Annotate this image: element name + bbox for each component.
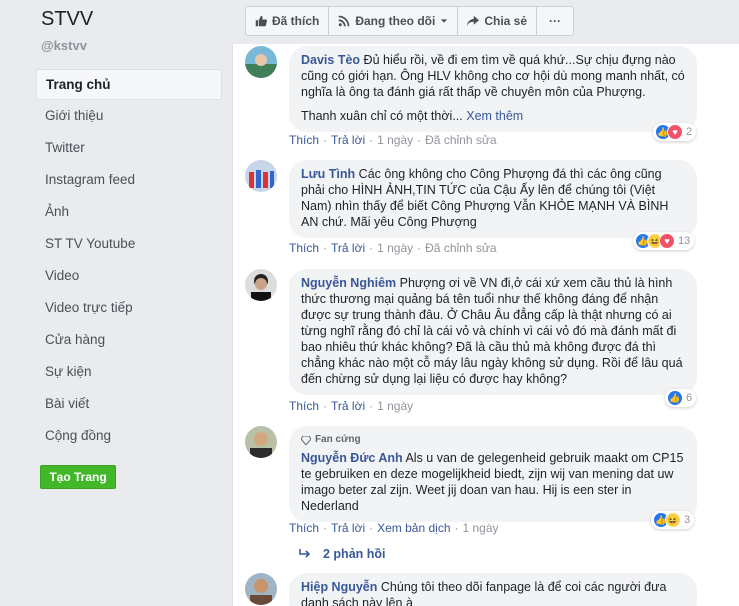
liked-label: Đã thích bbox=[272, 14, 320, 28]
translate-link[interactable]: Xem bản dịch bbox=[377, 521, 450, 535]
comment-author[interactable]: Nguyễn Nghiêm bbox=[301, 276, 396, 290]
fan-badge-label: Fan cứng bbox=[315, 434, 361, 445]
page-name[interactable]: STVV bbox=[41, 8, 93, 31]
comment-author[interactable]: Lưu Tình bbox=[301, 167, 355, 181]
page-handle[interactable]: @kstvv bbox=[41, 38, 87, 53]
fan-badge: Fan cứng bbox=[301, 432, 685, 448]
avatar[interactable] bbox=[245, 573, 277, 605]
comment-actions: Thích · Trả lời · Xem bản dịch · 1 ngày bbox=[289, 521, 499, 535]
like-reaction-icon: 👍 bbox=[667, 390, 683, 406]
reply-arrow-icon bbox=[299, 549, 311, 558]
reply-link[interactable]: Trả lời bbox=[331, 133, 365, 147]
left-sidebar: STVV @kstvv Trang chủ Giới thiệu Twitter… bbox=[0, 0, 228, 606]
like-link[interactable]: Thích bbox=[289, 241, 319, 255]
nav-item-posts[interactable]: Bài viết bbox=[36, 388, 222, 420]
comment-bubble: Nguyễn Nghiêm Phượng ơi về VN đi,ở cái x… bbox=[289, 269, 697, 395]
comment-bubble: Hiệp Nguyễn Chúng tôi theo dõi fanpage l… bbox=[289, 573, 697, 606]
comments-feed: Davis Tèo Đủ hiểu rồi, về đi em tìm về q… bbox=[232, 44, 739, 606]
reaction-count: 6 bbox=[686, 392, 693, 404]
reaction-summary[interactable]: 👍 ♥ 2 bbox=[653, 123, 697, 141]
comment-author[interactable]: Hiệp Nguyễn bbox=[301, 580, 377, 594]
like-link[interactable]: Thích bbox=[289, 521, 319, 535]
rss-icon bbox=[338, 15, 350, 27]
comment-bubble: Lưu Tình Các ông không cho Công Phượng đ… bbox=[289, 160, 697, 238]
comment-text: Các ông không cho Công Phượng đá thì các… bbox=[301, 167, 669, 229]
like-link[interactable]: Thích bbox=[289, 133, 319, 147]
nav-item-live-video[interactable]: Video trực tiếp bbox=[36, 292, 222, 324]
reply-link[interactable]: Trả lời bbox=[331, 241, 365, 255]
reaction-count: 2 bbox=[686, 126, 693, 138]
nav-item-youtube[interactable]: ST TV Youtube bbox=[36, 228, 222, 260]
avatar[interactable] bbox=[245, 46, 277, 78]
following-label: Đang theo dõi bbox=[355, 14, 436, 28]
nav-item-community[interactable]: Cộng đồng bbox=[36, 420, 222, 452]
nav-item-photos[interactable]: Ảnh bbox=[36, 196, 222, 228]
share-icon bbox=[467, 15, 480, 27]
edited-label[interactable]: Đã chỉnh sửa bbox=[425, 133, 496, 147]
comment-author[interactable]: Davis Tèo bbox=[301, 53, 360, 67]
comment-text-continued: Thanh xuân chỉ có một thời... bbox=[301, 109, 467, 123]
haha-reaction-icon: 😆 bbox=[665, 512, 681, 528]
view-replies-link[interactable]: 2 phản hồi bbox=[299, 547, 386, 561]
edited-label[interactable]: Đã chỉnh sửa bbox=[425, 241, 496, 255]
chevron-down-icon bbox=[441, 19, 448, 23]
comment-timestamp[interactable]: 1 ngày bbox=[377, 133, 413, 147]
thumbs-up-icon bbox=[255, 15, 267, 27]
page-nav: Trang chủ Giới thiệu Twitter Instagram f… bbox=[36, 69, 222, 452]
avatar[interactable] bbox=[245, 269, 277, 301]
comment-timestamp[interactable]: 1 ngày bbox=[377, 241, 413, 255]
comment-text: Phượng ơi về VN đi,ở cái xứ xem cầu thủ … bbox=[301, 276, 683, 386]
share-button[interactable]: Chia sẻ bbox=[458, 7, 538, 35]
avatar[interactable] bbox=[245, 160, 277, 192]
comment-actions: Thích · Trả lời · 1 ngày · Đã chỉnh sửa bbox=[289, 241, 497, 255]
replies-count-label: 2 phản hồi bbox=[323, 547, 386, 561]
comment-actions: Thích · Trả lời · 1 ngày · Đã chỉnh sửa bbox=[289, 133, 497, 147]
create-page-button[interactable]: Tạo Trang bbox=[40, 465, 116, 489]
reaction-summary[interactable]: 👍 😆 ♥ 13 bbox=[633, 232, 695, 250]
more-options-button[interactable]: ··· bbox=[537, 7, 573, 35]
nav-item-videos[interactable]: Video bbox=[36, 260, 222, 292]
nav-item-home[interactable]: Trang chủ bbox=[36, 69, 222, 100]
page-action-bar: Đã thích Đang theo dõi Chia sẻ ··· bbox=[245, 6, 575, 36]
comment-timestamp[interactable]: 1 ngày bbox=[377, 399, 413, 413]
see-more-link[interactable]: Xem thêm bbox=[466, 109, 523, 123]
reaction-summary[interactable]: 👍 😆 3 bbox=[651, 511, 695, 529]
avatar[interactable] bbox=[245, 426, 277, 458]
nav-item-instagram[interactable]: Instagram feed bbox=[36, 164, 222, 196]
comment-timestamp[interactable]: 1 ngày bbox=[463, 521, 499, 535]
comment-bubble: Fan cứng Nguyễn Đức Anh Als u van de gel… bbox=[289, 426, 697, 522]
nav-item-about[interactable]: Giới thiệu bbox=[36, 100, 222, 132]
reaction-count: 3 bbox=[684, 514, 691, 526]
comment-author[interactable]: Nguyễn Đức Anh bbox=[301, 451, 403, 465]
following-button[interactable]: Đang theo dõi bbox=[329, 7, 459, 35]
comment-bubble: Davis Tèo Đủ hiểu rồi, về đi em tìm về q… bbox=[289, 46, 697, 132]
reply-link[interactable]: Trả lời bbox=[331, 521, 365, 535]
nav-item-twitter[interactable]: Twitter bbox=[36, 132, 222, 164]
like-link[interactable]: Thích bbox=[289, 399, 319, 413]
reply-link[interactable]: Trả lời bbox=[331, 399, 365, 413]
diamond-icon bbox=[301, 435, 311, 445]
liked-button[interactable]: Đã thích bbox=[246, 7, 330, 35]
nav-item-shop[interactable]: Cửa hàng bbox=[36, 324, 222, 356]
reaction-count: 13 bbox=[678, 235, 691, 247]
reaction-summary[interactable]: 👍 6 bbox=[665, 389, 697, 407]
comment-actions: Thích · Trả lời · 1 ngày bbox=[289, 399, 414, 413]
love-reaction-icon: ♥ bbox=[667, 124, 683, 140]
share-label: Chia sẻ bbox=[484, 14, 528, 28]
nav-item-events[interactable]: Sự kiện bbox=[36, 356, 222, 388]
love-reaction-icon: ♥ bbox=[659, 233, 675, 249]
